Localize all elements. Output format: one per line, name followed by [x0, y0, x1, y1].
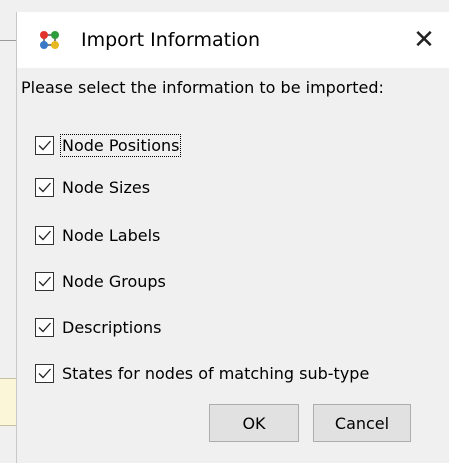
close-icon: ✕: [413, 25, 435, 55]
option-label: Node Labels: [62, 225, 161, 245]
option-label: Node Sizes: [62, 177, 151, 197]
checkmark-icon: [38, 276, 51, 286]
checkbox-node-positions[interactable]: Node Positions: [35, 132, 182, 158]
checkbox-node-sizes[interactable]: Node Sizes: [35, 174, 151, 200]
option-label: Node Positions: [59, 133, 182, 157]
checkmark-icon: [38, 368, 51, 378]
import-information-dialog: Import Information ✕ Please select the i…: [16, 12, 449, 463]
checkmark-icon: [38, 322, 51, 332]
dialog-title: Import Information: [81, 29, 261, 51]
checkbox-descriptions[interactable]: Descriptions: [35, 314, 162, 340]
checkbox-box[interactable]: [35, 363, 54, 383]
dialog-title-bar[interactable]: Import Information ✕: [17, 12, 449, 68]
checkbox-box[interactable]: [35, 177, 54, 197]
ok-button[interactable]: OK: [209, 404, 299, 442]
checkmark-icon: [38, 140, 51, 150]
checkbox-states-matching-subtype[interactable]: States for nodes of matching sub-type: [35, 360, 370, 386]
checkbox-node-groups[interactable]: Node Groups: [35, 268, 167, 294]
option-label: States for nodes of matching sub-type: [62, 363, 370, 383]
option-label: Node Groups: [62, 271, 166, 291]
node-graph-icon: [39, 30, 61, 50]
checkbox-box[interactable]: [35, 135, 54, 155]
checkbox-box[interactable]: [35, 271, 54, 291]
checkmark-icon: [38, 182, 51, 192]
checkbox-box[interactable]: [35, 225, 54, 245]
option-label: Descriptions: [62, 317, 162, 337]
close-button[interactable]: ✕: [399, 20, 449, 60]
cancel-button[interactable]: Cancel: [313, 404, 411, 442]
checkmark-icon: [38, 230, 51, 240]
instruction-text: Please select the information to be impo…: [21, 78, 384, 97]
checkbox-box[interactable]: [35, 317, 54, 337]
checkbox-node-labels[interactable]: Node Labels: [35, 222, 161, 248]
